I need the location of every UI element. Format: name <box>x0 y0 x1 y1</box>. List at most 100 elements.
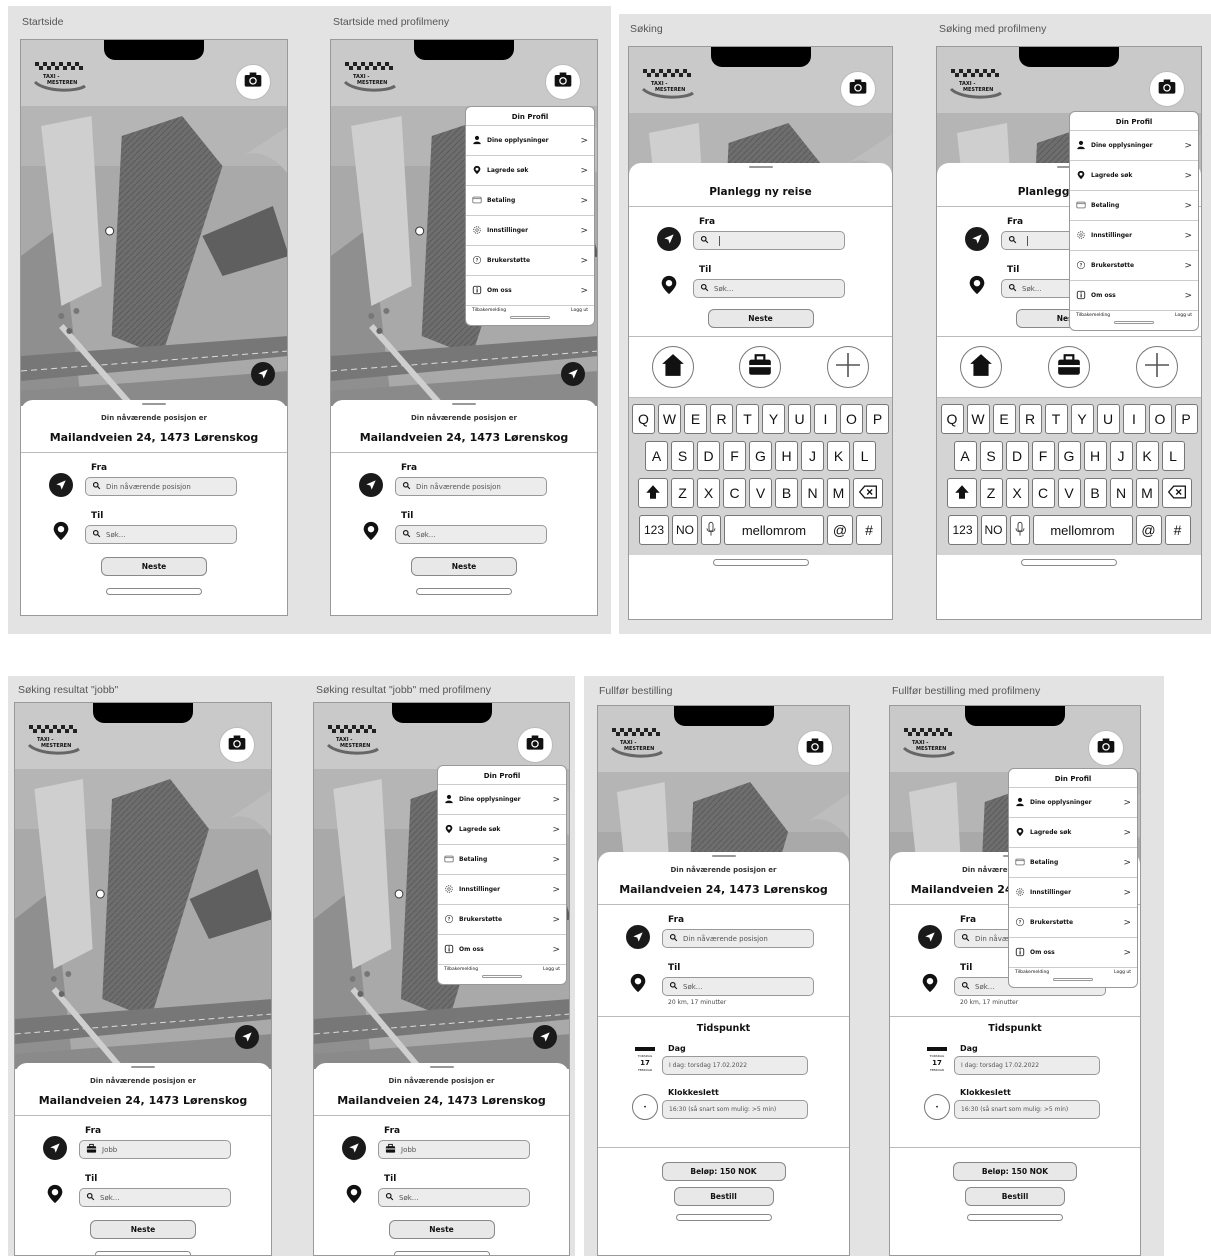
key[interactable]: F <box>723 441 746 471</box>
home-indicator[interactable] <box>712 559 809 566</box>
at-key[interactable]: @ <box>1135 515 1162 545</box>
work-button[interactable] <box>1048 346 1090 388</box>
menu-grabber[interactable] <box>510 316 550 319</box>
key[interactable]: G <box>749 441 772 471</box>
feedback-link[interactable]: Tilbakemelding <box>444 967 478 972</box>
menu-item[interactable]: Innstillinger > <box>438 874 566 904</box>
menu-item[interactable]: Innstillinger > <box>466 215 594 245</box>
key[interactable]: I <box>1122 404 1146 434</box>
aerial-map[interactable] <box>21 106 288 408</box>
language-key[interactable]: NO <box>672 515 698 545</box>
to-input[interactable]: Søk... <box>662 977 814 996</box>
key[interactable]: Z <box>671 478 694 508</box>
menu-item[interactable]: Om oss > <box>1070 280 1198 310</box>
key[interactable]: Y <box>1070 404 1094 434</box>
key[interactable]: R <box>710 404 733 434</box>
key[interactable]: O <box>1148 404 1172 434</box>
locate-me-button[interactable] <box>235 1025 259 1049</box>
next-button[interactable]: Neste <box>101 557 207 576</box>
key[interactable]: C <box>723 478 746 508</box>
key[interactable]: M <box>827 478 850 508</box>
hash-key[interactable]: # <box>856 515 882 545</box>
logout-link[interactable]: Logg ut <box>571 308 588 313</box>
feedback-link[interactable]: Tilbakemelding <box>1076 313 1110 318</box>
to-input[interactable]: Søk... <box>79 1188 231 1207</box>
menu-item[interactable]: Lagrede søk > <box>1009 817 1137 847</box>
mic-key[interactable] <box>701 515 721 545</box>
day-input[interactable]: I dag: torsdag 17.02.2022 <box>662 1056 808 1075</box>
camera-button[interactable] <box>517 727 553 763</box>
camera-button[interactable] <box>1149 71 1185 107</box>
next-button[interactable]: Neste <box>411 557 517 576</box>
at-key[interactable]: @ <box>827 515 853 545</box>
locate-me-button[interactable] <box>561 362 585 386</box>
key[interactable]: U <box>1096 404 1120 434</box>
backspace-key[interactable] <box>1161 478 1192 508</box>
add-place-button[interactable] <box>827 346 870 388</box>
key[interactable]: V <box>1057 478 1081 508</box>
key[interactable]: J <box>801 441 824 471</box>
space-key[interactable]: mellomrom <box>1032 515 1133 545</box>
key[interactable]: K <box>1135 441 1159 471</box>
from-input[interactable] <box>693 231 845 250</box>
key[interactable]: V <box>749 478 772 508</box>
home-indicator[interactable] <box>95 1251 191 1255</box>
camera-button[interactable] <box>545 64 581 100</box>
key[interactable]: D <box>1005 441 1029 471</box>
key[interactable]: J <box>1109 441 1133 471</box>
from-input[interactable]: Jobb <box>378 1140 530 1159</box>
key[interactable]: N <box>1109 478 1133 508</box>
feedback-link[interactable]: Tilbakemelding <box>472 308 506 313</box>
logout-link[interactable]: Logg ut <box>1114 970 1131 975</box>
day-input[interactable]: I dag: torsdag 17.02.2022 <box>954 1056 1100 1075</box>
home-indicator[interactable] <box>967 1214 1063 1221</box>
menu-item[interactable]: Lagrede søk > <box>438 814 566 844</box>
camera-button[interactable] <box>797 730 833 766</box>
menu-item[interactable]: Brukerstøtte > <box>1009 907 1137 937</box>
key[interactable]: X <box>1005 478 1029 508</box>
home-indicator[interactable] <box>1021 559 1117 566</box>
key[interactable]: A <box>645 441 668 471</box>
key[interactable]: L <box>1161 441 1185 471</box>
key[interactable]: T <box>1044 404 1068 434</box>
camera-button[interactable] <box>840 71 876 107</box>
key[interactable]: K <box>827 441 850 471</box>
key[interactable]: D <box>697 441 720 471</box>
sheet-grabber[interactable] <box>429 1066 454 1068</box>
space-key[interactable]: mellomrom <box>724 515 824 545</box>
menu-item[interactable]: Innstillinger > <box>1009 877 1137 907</box>
menu-item[interactable]: Lagrede søk > <box>466 155 594 185</box>
home-indicator[interactable] <box>393 1251 490 1255</box>
menu-item[interactable]: Om oss > <box>466 275 594 305</box>
key[interactable]: Z <box>979 478 1003 508</box>
menu-item[interactable]: Betaling > <box>1070 190 1198 220</box>
shift-key[interactable] <box>946 478 977 508</box>
logout-link[interactable]: Logg ut <box>543 967 560 972</box>
sheet-grabber[interactable] <box>142 403 166 405</box>
sheet-grabber[interactable] <box>452 403 476 405</box>
key[interactable]: X <box>697 478 720 508</box>
sheet-grabber[interactable] <box>131 1066 155 1068</box>
language-key[interactable]: NO <box>980 515 1007 545</box>
key[interactable]: L <box>853 441 876 471</box>
from-input[interactable]: Din nåværende posisjon <box>662 929 814 948</box>
from-input[interactable]: Din nåværende posisjon <box>395 477 547 496</box>
key[interactable]: T <box>736 404 759 434</box>
numbers-key[interactable]: 123 <box>947 515 978 545</box>
key[interactable]: M <box>1135 478 1159 508</box>
next-button[interactable]: Neste <box>388 1220 495 1239</box>
key[interactable]: Y <box>762 404 785 434</box>
key[interactable]: B <box>1083 478 1107 508</box>
key[interactable]: W <box>658 404 681 434</box>
key[interactable]: S <box>979 441 1003 471</box>
camera-button[interactable] <box>219 727 255 763</box>
menu-item[interactable]: Dine opplysninger > <box>1009 787 1137 817</box>
menu-item[interactable]: Betaling > <box>466 185 594 215</box>
sheet-grabber[interactable] <box>711 855 736 857</box>
key[interactable]: E <box>684 404 707 434</box>
to-input[interactable]: Søk... <box>378 1188 530 1207</box>
key[interactable]: I <box>814 404 837 434</box>
key[interactable]: P <box>1174 404 1198 434</box>
key[interactable]: W <box>966 404 990 434</box>
aerial-map[interactable] <box>15 769 272 1071</box>
